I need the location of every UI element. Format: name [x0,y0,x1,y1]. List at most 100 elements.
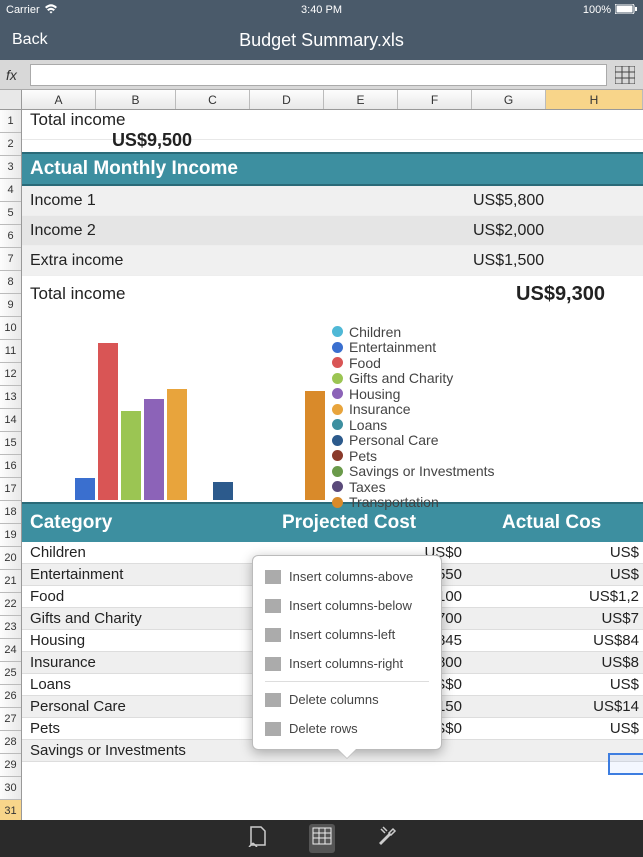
row-header-25[interactable]: 25 [0,662,21,685]
row-header-6[interactable]: 6 [0,225,21,248]
legend-item: Savings or Investments [332,464,643,480]
income-row[interactable]: Extra incomeUS$1,500 [22,246,643,276]
row-header-22[interactable]: 22 [0,593,21,616]
row-header-24[interactable]: 24 [0,639,21,662]
row-header-14[interactable]: 14 [0,409,21,432]
bar [75,478,95,500]
row-header-12[interactable]: 12 [0,363,21,386]
legend-dot-icon [332,435,343,446]
table-tool-icon[interactable] [309,824,335,853]
menu-item[interactable]: Delete rows [253,714,441,743]
menu-item[interactable]: Insert columns-below [253,591,441,620]
legend-dot-icon [332,388,343,399]
tools-icon[interactable] [375,825,397,852]
row-header-8[interactable]: 8 [0,271,21,294]
cell: US$84 [502,632,643,649]
menu-item[interactable]: Insert columns-left [253,620,441,649]
table-icon[interactable] [613,64,637,86]
cell: US$ [502,720,643,737]
legend-label: Savings or Investments [349,463,495,479]
bar [98,343,118,500]
row-header-9[interactable]: 9 [0,294,21,317]
select-all-corner[interactable] [0,90,22,110]
income-row[interactable]: Income 1US$5,800 [22,186,643,216]
legend-dot-icon [332,373,343,384]
document-title: Budget Summary.xls [239,30,404,51]
legend-label: Personal Care [349,432,439,448]
total-income-bottom-row[interactable]: Total income US$9,300 [22,276,643,312]
col-header-H[interactable]: H [546,90,643,109]
menu-item[interactable]: Delete columns [253,685,441,714]
legend-dot-icon [332,326,343,337]
income-row[interactable]: Income 2US$2,000 [22,216,643,246]
row-header-7[interactable]: 7 [0,248,21,271]
fx-label: fx [6,67,24,83]
col-header-B[interactable]: B [96,90,176,109]
row-header-21[interactable]: 21 [0,570,21,593]
col-header-D[interactable]: D [250,90,324,109]
row-header-18[interactable]: 18 [0,501,21,524]
legend-dot-icon [332,450,343,461]
menu-icon [265,722,281,736]
menu-label: Insert columns-right [289,656,403,671]
row-header-3[interactable]: 3 [0,156,21,179]
menu-item[interactable]: Insert columns-above [253,562,441,591]
row-header-28[interactable]: 28 [0,731,21,754]
bar [144,399,164,500]
cell: Housing [22,632,282,649]
section-actual-income[interactable]: Actual Monthly Income [22,152,643,186]
column-headers[interactable]: ABCDEFGH [22,90,643,110]
formula-input[interactable] [30,64,607,86]
legend-item: Loans [332,417,643,433]
col-header-C[interactable]: C [176,90,250,109]
cell: US$8 [502,654,643,671]
row-header-23[interactable]: 23 [0,616,21,639]
menu-label: Insert columns-left [289,627,395,642]
legend-item: Transportation [332,495,643,511]
legend-item: Gifts and Charity [332,371,643,387]
row-header-30[interactable]: 30 [0,777,21,800]
battery-percent: 100% [583,4,611,16]
row-header-27[interactable]: 27 [0,708,21,731]
bottom-toolbar [0,820,643,857]
back-button[interactable]: Back [12,31,48,49]
row-header-4[interactable]: 4 [0,179,21,202]
row-headers[interactable]: 1234567891011121314151617181920212223242… [0,110,22,820]
legend-label: Loans [349,417,387,433]
cell-label: Total income [22,284,423,304]
legend-item: Personal Care [332,433,643,449]
row-header-26[interactable]: 26 [0,685,21,708]
row-header-15[interactable]: 15 [0,432,21,455]
row-header-11[interactable]: 11 [0,340,21,363]
col-header-E[interactable]: E [324,90,398,109]
document-icon[interactable] [247,825,269,852]
col-header-G[interactable]: G [472,90,546,109]
row-header-16[interactable]: 16 [0,455,21,478]
legend-label: Entertainment [349,339,436,355]
row-header-20[interactable]: 20 [0,547,21,570]
row-header-13[interactable]: 13 [0,386,21,409]
menu-label: Insert columns-below [289,598,412,613]
row-header-29[interactable]: 29 [0,754,21,777]
cell: Pets [22,720,282,737]
col-header-F[interactable]: F [398,90,472,109]
bar [167,389,187,500]
legend-item: Children [332,324,643,340]
total-income-top-row[interactable]: Total income US$9,500 [22,110,643,140]
row-header-5[interactable]: 5 [0,202,21,225]
row-header-17[interactable]: 17 [0,478,21,501]
legend-label: Transportation [349,494,439,510]
col-header-A[interactable]: A [22,90,96,109]
cell: Gifts and Charity [22,610,282,627]
status-bar: Carrier 3:40 PM 100% [0,0,643,20]
row-header-2[interactable]: 2 [0,133,21,156]
menu-item[interactable]: Insert columns-right [253,649,441,678]
row-header-19[interactable]: 19 [0,524,21,547]
row-header-1[interactable]: 1 [0,110,21,133]
legend-dot-icon [332,481,343,492]
row-header-31[interactable]: 31 [0,800,21,820]
cell: US$14 [502,698,643,715]
cell: Personal Care [22,698,282,715]
chart-legend: ChildrenEntertainmentFoodGifts and Chari… [332,320,643,502]
row-header-10[interactable]: 10 [0,317,21,340]
